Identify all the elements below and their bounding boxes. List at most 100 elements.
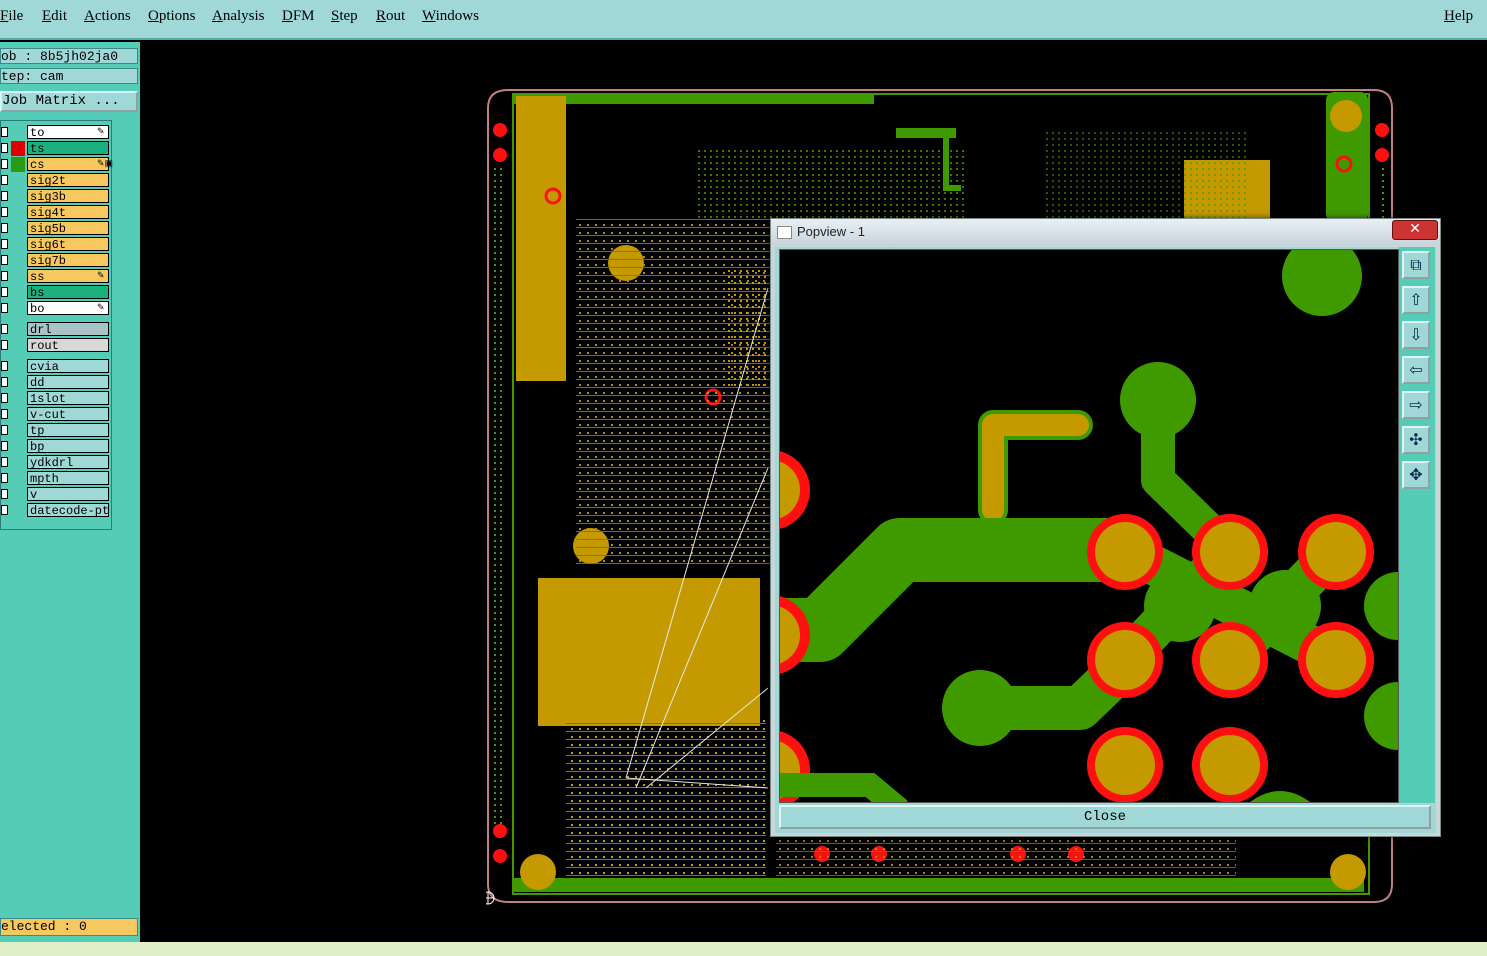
layer-color-swatch[interactable] [11, 375, 25, 390]
layer-name[interactable]: drl [27, 322, 109, 336]
layer-row-dd[interactable]: dd [1, 375, 109, 390]
layer-row-sig7b[interactable]: sig7b [1, 253, 109, 268]
layer-name[interactable]: sig2t [27, 173, 109, 187]
layer-name[interactable]: sig3b [27, 189, 109, 203]
layer-color-swatch[interactable] [11, 503, 25, 518]
layer-row-cs[interactable]: cs ✎▣ [1, 157, 113, 172]
layer-row-sig4t[interactable]: sig4t [1, 205, 109, 220]
layer-checkbox[interactable] [1, 457, 8, 467]
menu-help[interactable]: Help [1444, 8, 1473, 25]
layer-checkbox[interactable] [1, 340, 8, 350]
menu-windows[interactable]: Windows [422, 8, 479, 25]
layer-name[interactable]: dd [27, 375, 109, 389]
layer-color-swatch[interactable] [11, 439, 25, 454]
layer-color-swatch[interactable] [11, 322, 25, 337]
layer-color-swatch[interactable] [11, 301, 25, 316]
layer-color-swatch[interactable] [11, 359, 25, 374]
layer-row-ts[interactable]: ts [1, 141, 109, 156]
layer-checkbox[interactable] [1, 425, 8, 435]
layer-color-swatch[interactable] [11, 141, 25, 156]
layer-name[interactable]: datecode-pt [27, 503, 109, 517]
zoom-in-icon[interactable]: ⇧ [1402, 286, 1430, 314]
close-button[interactable]: Close [779, 805, 1431, 829]
layer-checkbox[interactable] [1, 287, 8, 297]
layer-row-v-cut[interactable]: v-cut [1, 407, 109, 422]
layer-row-bs[interactable]: bs [1, 285, 109, 300]
job-matrix-button[interactable]: Job Matrix ... [0, 91, 138, 112]
layer-name[interactable]: ts [27, 141, 109, 155]
layer-row-sig3b[interactable]: sig3b [1, 189, 109, 204]
layer-row-sig6t[interactable]: sig6t [1, 237, 109, 252]
menu-edit[interactable]: Edit [42, 8, 67, 25]
layer-checkbox[interactable] [1, 505, 8, 515]
menu-step[interactable]: Step [331, 8, 358, 25]
layer-color-swatch[interactable] [11, 205, 25, 220]
zoom-out-icon[interactable]: ⇩ [1402, 321, 1430, 349]
layer-row-to[interactable]: to ✎ [1, 125, 109, 140]
layer-color-swatch[interactable] [11, 455, 25, 470]
layer-name[interactable]: v-cut [27, 407, 109, 421]
layer-name[interactable]: mpth [27, 471, 109, 485]
layer-row-bp[interactable]: bp [1, 439, 109, 454]
pan-right-icon[interactable]: ⇨ [1402, 391, 1430, 419]
layer-row-sig2t[interactable]: sig2t [1, 173, 109, 188]
layer-checkbox[interactable] [1, 143, 8, 153]
layer-checkbox[interactable] [1, 409, 8, 419]
fit-view-icon[interactable]: ✥ [1402, 461, 1430, 489]
layer-color-swatch[interactable] [11, 189, 25, 204]
layer-checkbox[interactable] [1, 361, 8, 371]
layer-row-cvia[interactable]: cvia [1, 359, 109, 374]
layer-checkbox[interactable] [1, 473, 8, 483]
layer-name[interactable]: bs [27, 285, 109, 299]
layer-color-swatch[interactable] [11, 269, 25, 284]
layer-checkbox[interactable] [1, 175, 8, 185]
menu-options[interactable]: Options [148, 8, 196, 25]
layer-color-swatch[interactable] [11, 285, 25, 300]
layer-checkbox[interactable] [1, 489, 8, 499]
layer-checkbox[interactable] [1, 191, 8, 201]
layer-color-swatch[interactable] [11, 407, 25, 422]
layer-name[interactable]: 1slot [27, 391, 109, 405]
layer-color-swatch[interactable] [11, 173, 25, 188]
layer-name[interactable]: sig5b [27, 221, 109, 235]
layer-checkbox[interactable] [1, 207, 8, 217]
layer-row-v[interactable]: v [1, 487, 109, 502]
layer-color-swatch[interactable] [11, 237, 25, 252]
layer-row-mpth[interactable]: mpth [1, 471, 109, 486]
layer-checkbox[interactable] [1, 159, 8, 169]
layer-color-swatch[interactable] [11, 423, 25, 438]
layer-color-swatch[interactable] [11, 221, 25, 236]
layer-checkbox[interactable] [1, 393, 8, 403]
layer-checkbox[interactable] [1, 377, 8, 387]
layer-row-ss[interactable]: ss ✎ [1, 269, 109, 284]
menu-actions[interactable]: Actions [84, 8, 131, 25]
layer-color-swatch[interactable] [11, 338, 25, 353]
layer-row-datecode-pt[interactable]: datecode-pt [1, 503, 109, 518]
layer-color-swatch[interactable] [11, 487, 25, 502]
layer-row-drl[interactable]: drl [1, 322, 109, 337]
layer-checkbox[interactable] [1, 271, 8, 281]
layer-checkbox[interactable] [1, 255, 8, 265]
layer-color-swatch[interactable] [11, 471, 25, 486]
zoom-window-icon[interactable]: ⧉ [1402, 251, 1430, 279]
menu-analysis[interactable]: Analysis [212, 8, 265, 25]
layer-checkbox[interactable] [1, 324, 8, 334]
menu-rout[interactable]: Rout [376, 8, 405, 25]
layer-name[interactable]: sig4t [27, 205, 109, 219]
layer-color-swatch[interactable] [11, 157, 25, 172]
close-icon[interactable]: ✕ [1392, 220, 1438, 240]
layer-row-ydkdrl[interactable]: ydkdrl [1, 455, 109, 470]
layer-checkbox[interactable] [1, 127, 8, 137]
layer-name[interactable]: v [27, 487, 109, 501]
popview-canvas[interactable] [779, 249, 1399, 803]
layer-name[interactable]: sig6t [27, 237, 109, 251]
layer-name[interactable]: bp [27, 439, 109, 453]
popview-titlebar[interactable]: Popview - 1 ✕ [771, 219, 1440, 245]
layer-name[interactable]: cvia [27, 359, 109, 373]
layer-row-sig5b[interactable]: sig5b [1, 221, 109, 236]
layer-color-swatch[interactable] [11, 391, 25, 406]
layer-name[interactable]: ydkdrl [27, 455, 109, 469]
layer-checkbox[interactable] [1, 239, 8, 249]
layer-color-swatch[interactable] [11, 125, 25, 140]
menu-file[interactable]: File [0, 8, 23, 25]
